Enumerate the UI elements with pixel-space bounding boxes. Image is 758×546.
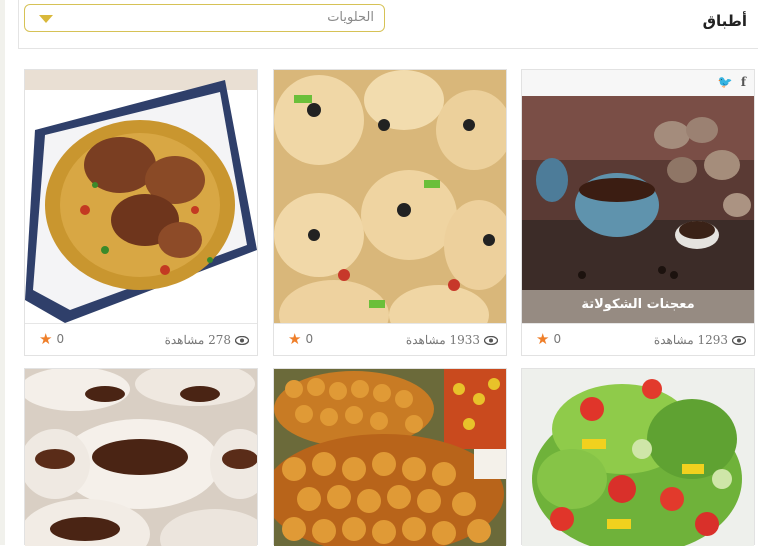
chicken-rice-photo[interactable] (25, 70, 257, 323)
recipe-card[interactable] (273, 368, 507, 546)
views-count: 278 مشاهدة (165, 333, 249, 347)
page-header: أطباق الحلويات (18, 0, 758, 49)
twitter-icon[interactable]: 🐦 (718, 75, 733, 89)
star-icon: ★ (288, 330, 302, 348)
card-caption[interactable]: معجنات الشكولاتة (522, 290, 754, 323)
fried-dough-balls-photo[interactable] (274, 369, 506, 546)
rating-count: ★ 0 (288, 330, 314, 348)
recipe-card[interactable] (521, 368, 755, 546)
page-title: أطباق (702, 12, 747, 30)
card-footer: 278 مشاهدة ★ 0 (25, 323, 257, 356)
star-icon: ★ (536, 330, 550, 348)
olive-pastries-photo[interactable] (274, 70, 506, 323)
card-footer: 1293 مشاهدة ★ 0 (522, 323, 754, 356)
recipe-card[interactable] (24, 368, 258, 546)
salad-photo[interactable] (522, 369, 754, 546)
recipe-card[interactable]: 278 مشاهدة ★ 0 (24, 69, 258, 356)
eye-icon (235, 335, 249, 345)
facebook-icon[interactable]: f (741, 75, 746, 89)
views-count: 1933 مشاهدة (406, 333, 498, 347)
cream-rolls-photo[interactable] (25, 369, 257, 546)
card-caption-text: معجنات الشكولاتة (581, 297, 695, 312)
share-bar: 🐦 f (522, 70, 754, 96)
left-rail (0, 0, 5, 545)
chocolate-pastries-tea-photo[interactable] (522, 70, 754, 323)
eye-icon (732, 335, 746, 345)
views-count: 1293 مشاهدة (654, 333, 746, 347)
category-select[interactable]: الحلويات (24, 4, 385, 32)
eye-icon (484, 335, 498, 345)
chevron-down-icon (39, 15, 53, 23)
card-footer: 1933 مشاهدة ★ 0 (274, 323, 506, 356)
rating-count: ★ 0 (39, 330, 65, 348)
category-select-value: الحلويات (327, 10, 374, 25)
recipe-card[interactable]: 1933 مشاهدة ★ 0 (273, 69, 507, 356)
star-icon: ★ (39, 330, 53, 348)
recipe-card[interactable]: 🐦 f معجنات الشكولاتة 1293 مشاهدة ★ 0 (521, 69, 755, 356)
rating-count: ★ 0 (536, 330, 562, 348)
